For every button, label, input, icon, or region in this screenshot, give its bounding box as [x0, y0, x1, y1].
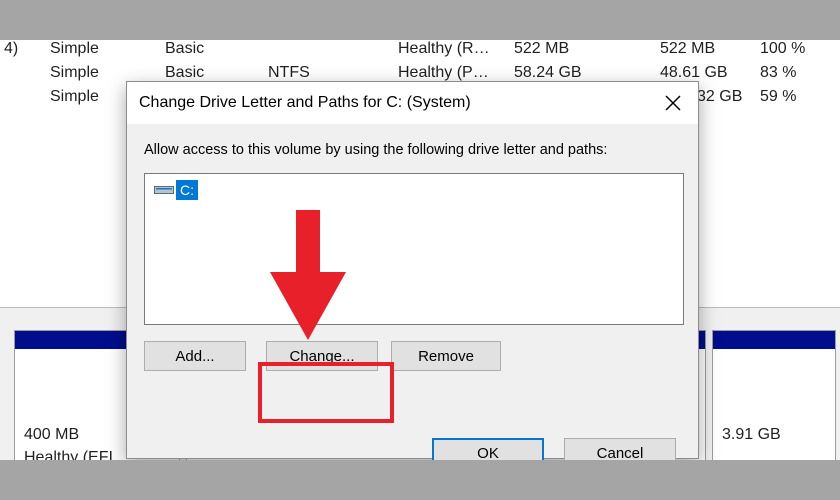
type-cell: Basic [165, 64, 205, 81]
type-cell: Basic [165, 40, 205, 57]
close-icon [665, 95, 681, 111]
drive-list-item[interactable]: C: [154, 180, 198, 200]
dialog-titlebar: Change Drive Letter and Paths for C: (Sy… [127, 82, 698, 124]
drive-paths-list[interactable]: C: [144, 173, 684, 325]
ok-button[interactable]: OK [432, 438, 544, 460]
bottom-band [0, 460, 840, 500]
percent-free-cell: 100 % [760, 40, 806, 57]
volume-cell: 4) [4, 40, 19, 57]
partition-status: Healthy (EFI [24, 449, 113, 460]
free-space-cell: 48.61 GB [660, 64, 728, 81]
dialog-title: Change Drive Letter and Paths for C: (Sy… [139, 94, 471, 111]
drive-letter-label: C: [176, 180, 198, 200]
close-button[interactable] [658, 90, 688, 116]
filesystem-cell: NTFS [268, 64, 310, 81]
change-button[interactable]: Change... [266, 341, 378, 371]
partition-size: 400 MB [24, 426, 80, 443]
cancel-button[interactable]: Cancel [564, 438, 676, 460]
partition-size: 3.91 GB [722, 426, 781, 443]
disk-management-window: 4) Simple Basic Healthy (R… 522 MB 522 M… [0, 40, 840, 460]
top-band [0, 0, 840, 40]
status-cell: Healthy (R… [398, 40, 490, 57]
percent-free-cell: 83 % [760, 64, 797, 81]
partition-header-bar [713, 331, 835, 349]
dialog-instruction: Allow access to this volume by using the… [144, 142, 608, 158]
layout-cell: Simple [50, 40, 99, 57]
change-drive-letter-dialog: Change Drive Letter and Paths for C: (Sy… [126, 81, 699, 460]
free-space-cell: 32 GB [697, 88, 743, 105]
free-space-cell: 522 MB [660, 40, 716, 57]
status-cell: Healthy (P… [398, 64, 489, 81]
capacity-cell: 58.24 GB [514, 64, 582, 81]
layout-cell: Simple [50, 64, 99, 81]
remove-button[interactable]: Remove [391, 341, 501, 371]
volume-row[interactable]: 4) Simple Basic Healthy (R… 522 MB 522 M… [0, 40, 840, 64]
add-button[interactable]: Add... [144, 341, 246, 371]
down-arrow-icon [270, 210, 346, 340]
layout-cell: Simple [50, 88, 99, 105]
percent-free-cell: 59 % [760, 88, 797, 105]
drive-icon [154, 186, 174, 194]
capacity-cell: 522 MB [514, 40, 570, 57]
